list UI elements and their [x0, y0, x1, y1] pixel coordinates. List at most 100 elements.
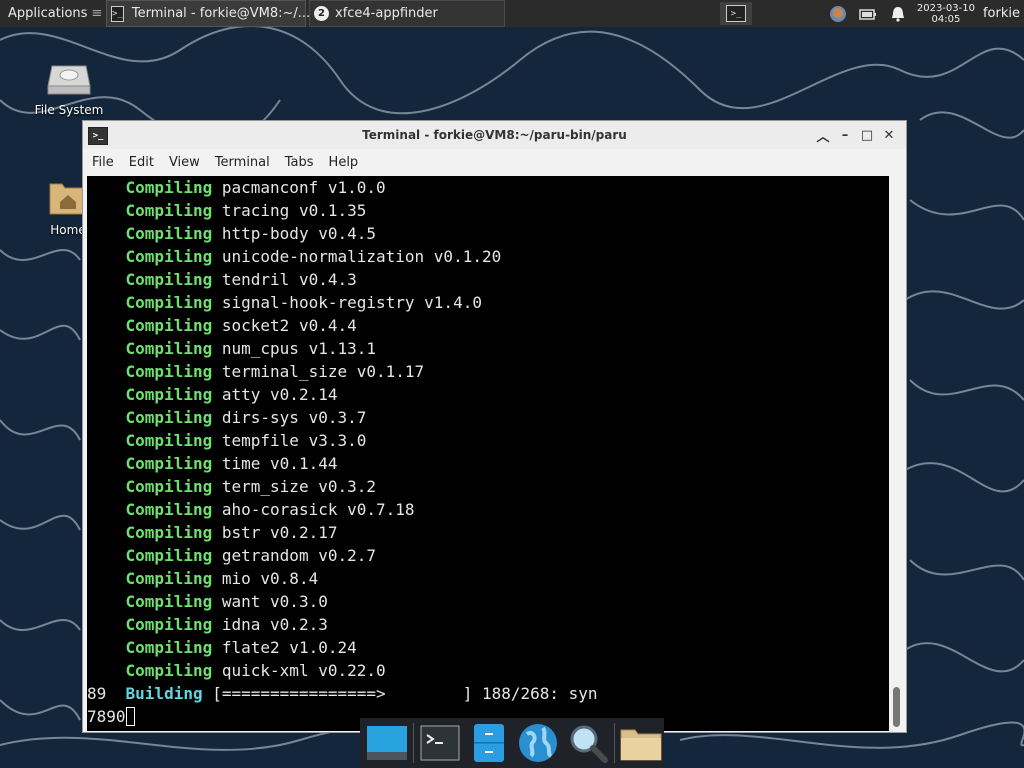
top-panel: Applications ≡ >_ Terminal - forkie@VM8:… [0, 0, 1024, 27]
crate-name: mio v0.8.4 [221, 569, 319, 588]
compiling-keyword: Compiling [125, 178, 213, 197]
compile-line: Compiling num_cpus v1.13.1 [87, 337, 889, 360]
compile-line: Compiling want v0.3.0 [87, 590, 889, 613]
compile-line: Compiling tendril v0.4.3 [87, 268, 889, 291]
crate-name: tempfile v3.3.0 [221, 431, 367, 450]
compiling-keyword: Compiling [125, 454, 213, 473]
text-cursor [125, 707, 135, 726]
compiling-keyword: Compiling [125, 477, 213, 496]
avatar-icon[interactable] [829, 5, 847, 23]
compile-line: Compiling socket2 v0.4.4 [87, 314, 889, 337]
desktop-icon-file-system[interactable]: File System [30, 58, 108, 117]
crate-name: quick-xml v0.22.0 [221, 661, 386, 680]
roll-up-icon[interactable]: ︿ [812, 125, 834, 145]
file-cabinet-icon [474, 724, 505, 762]
crate-name: http-body v0.4.5 [221, 224, 376, 243]
crate-name: pacmanconf v1.0.0 [221, 178, 386, 197]
compiling-keyword: Compiling [125, 615, 213, 634]
dock-terminal[interactable] [418, 719, 463, 767]
maximize-icon[interactable]: □ [856, 125, 878, 145]
menu-view[interactable]: View [163, 155, 206, 170]
compile-line: Compiling mio v0.8.4 [87, 567, 889, 590]
crate-name: tracing v0.1.35 [221, 201, 367, 220]
crate-name: terminal_size v0.1.17 [221, 362, 425, 381]
clock[interactable]: 2023-03-10 04:05 [917, 3, 975, 25]
crate-name: atty v0.2.14 [221, 385, 338, 404]
compiling-keyword: Compiling [125, 201, 213, 220]
window-titlebar[interactable]: >_ Terminal - forkie@VM8:~/paru-bin/paru… [83, 121, 906, 149]
terminal-output[interactable]: Compiling pacmanconf v1.0.0 Compiling tr… [87, 176, 889, 731]
compile-line: Compiling terminal_size v0.1.17 [87, 360, 889, 383]
menu-terminal[interactable]: Terminal [209, 155, 276, 170]
menu-file[interactable]: File [86, 155, 120, 170]
compiling-keyword: Compiling [125, 408, 213, 427]
taskbar-item-label: xfce4-appfinder [335, 6, 438, 21]
crate-name: flate2 v1.0.24 [221, 638, 357, 657]
minimize-icon[interactable]: – [834, 125, 856, 145]
dock-separator [614, 723, 615, 763]
compiling-keyword: Compiling [125, 224, 213, 243]
compile-line: Compiling tempfile v3.3.0 [87, 429, 889, 452]
scrollbar[interactable] [889, 176, 904, 731]
menu-tabs[interactable]: Tabs [279, 155, 320, 170]
compile-line: Compiling quick-xml v0.22.0 [87, 659, 889, 682]
compiling-keyword: Compiling [125, 523, 213, 542]
notification-bell-icon[interactable] [889, 5, 907, 23]
last-line-text: 7890 [87, 707, 126, 726]
compile-line: Compiling time v0.1.44 [87, 452, 889, 475]
crate-name: signal-hook-registry v1.4.0 [221, 293, 482, 312]
dock-separator [413, 723, 414, 763]
compiling-keyword: Compiling [125, 638, 213, 657]
crate-name: getrandom v0.2.7 [221, 546, 376, 565]
compile-line: Compiling getrandom v0.2.7 [87, 544, 889, 567]
crate-name: socket2 v0.4.4 [221, 316, 357, 335]
crate-name: unicode-normalization v0.1.20 [221, 247, 502, 266]
progress-text: 188/268: syn [481, 684, 598, 703]
dock-folder[interactable] [619, 719, 664, 767]
close-icon[interactable]: ✕ [878, 125, 900, 145]
crate-name: dirs-sys v0.3.7 [221, 408, 367, 427]
applications-menu-button[interactable]: Applications ≡ [0, 0, 104, 27]
menu-edit[interactable]: Edit [123, 155, 160, 170]
menu-help[interactable]: Help [323, 155, 365, 170]
dock-show-desktop[interactable] [364, 719, 409, 767]
compiling-keyword: Compiling [125, 500, 213, 519]
show-desktop-icon [366, 726, 407, 760]
building-keyword: Building [125, 684, 203, 703]
system-tray: 2023-03-10 04:05 forkie [823, 0, 1024, 27]
globe-icon [519, 724, 558, 762]
scrollbar-thumb[interactable] [893, 687, 900, 727]
drive-icon [47, 65, 91, 95]
crate-name: num_cpus v1.13.1 [221, 339, 376, 358]
compiling-keyword: Compiling [125, 546, 213, 565]
compiling-keyword: Compiling [125, 661, 213, 680]
compile-line: Compiling bstr v0.2.17 [87, 521, 889, 544]
compile-line: Compiling dirs-sys v0.3.7 [87, 406, 889, 429]
taskbar-item-terminal[interactable]: >_ Terminal - forkie@VM8:~/... [106, 0, 310, 27]
dock-web-browser[interactable] [516, 719, 561, 767]
compiling-keyword: Compiling [125, 339, 213, 358]
compile-line: Compiling unicode-normalization v0.1.20 [87, 245, 889, 268]
terminal-launcher-button[interactable]: >_ [720, 2, 752, 25]
compile-line: Compiling aho-corasick v0.7.18 [87, 498, 889, 521]
compile-line: Compiling signal-hook-registry v1.4.0 [87, 291, 889, 314]
user-menu[interactable]: forkie [983, 6, 1020, 21]
battery-icon[interactable] [859, 5, 877, 23]
crate-name: want v0.3.0 [221, 592, 328, 611]
crate-name: tendril v0.4.3 [221, 270, 357, 289]
crate-name: aho-corasick v0.7.18 [221, 500, 415, 519]
compiling-keyword: Compiling [125, 592, 213, 611]
menu-arrow-icon: ≡ [91, 6, 103, 21]
window-count-badge: 2 [314, 6, 329, 21]
dock-app-finder[interactable] [565, 719, 610, 767]
menu-bar: File Edit View Terminal Tabs Help [83, 149, 906, 175]
compiling-keyword: Compiling [125, 569, 213, 588]
compiling-keyword: Compiling [125, 431, 213, 450]
taskbar-item-label: Terminal - forkie@VM8:~/... [131, 6, 311, 21]
clock-date: 2023-03-10 [916, 2, 975, 14]
compile-line: Compiling flate2 v1.0.24 [87, 636, 889, 659]
taskbar-item-appfinder[interactable]: 2 xfce4-appfinder [309, 0, 505, 27]
dock-file-manager[interactable] [467, 719, 512, 767]
progress-bar: [================> ] [212, 684, 473, 703]
compile-line: Compiling pacmanconf v1.0.0 [87, 176, 889, 199]
